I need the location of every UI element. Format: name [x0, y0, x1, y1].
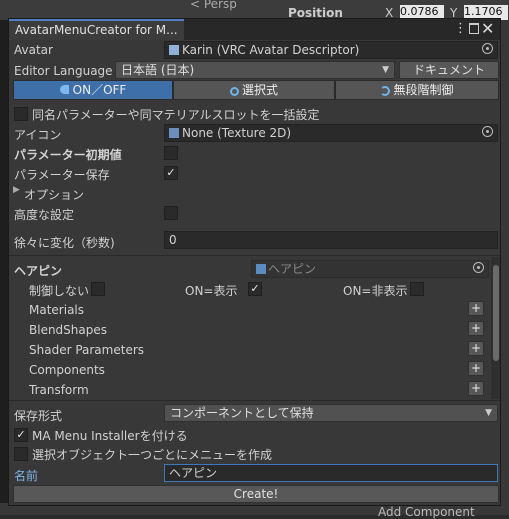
options-foldout[interactable]: オプション	[24, 186, 84, 203]
tab-radial[interactable]: 無段階制御	[335, 80, 499, 100]
window-tab[interactable]: AvatarMenuCreator for M...	[9, 19, 184, 40]
divider	[9, 400, 500, 401]
scene-view-edge	[0, 20, 8, 503]
icon-label: アイコン	[14, 128, 62, 142]
shader-parameters-label: Shader Parameters	[29, 343, 145, 357]
tab-select[interactable]: 選択式	[173, 80, 335, 100]
select-icon	[229, 87, 239, 96]
bulk-label: 同名パラメーターや同マテリアルスロットを一括設定	[32, 108, 320, 122]
save-format-dropdown[interactable]: コンポーネントとして保持 ▼	[164, 404, 498, 422]
tab-radial-label: 無段階制御	[393, 83, 454, 97]
create-button[interactable]: Create!	[13, 485, 499, 503]
tab-on-off[interactable]: ON／OFF	[13, 80, 173, 100]
editor-language-dropdown[interactable]: 日本語 (日本) ▼	[115, 61, 395, 79]
window-titlebar: AvatarMenuCreator for M... ⋮ ✕	[9, 19, 500, 40]
toggle-icon	[59, 85, 69, 94]
param-save-checkbox[interactable]: ✓	[164, 166, 178, 180]
document-button[interactable]: ドキュメント	[399, 61, 499, 79]
components-label: Components	[29, 363, 105, 377]
avatar-label: Avatar	[14, 43, 53, 57]
chevron-down-icon: ▼	[382, 65, 389, 75]
ma-installer-checkbox[interactable]: ✓	[14, 428, 28, 442]
inspector-edge	[500, 20, 509, 515]
on-show-label: ON=表示	[185, 284, 238, 298]
scene-persp-label[interactable]: < Persp	[190, 0, 237, 11]
bulk-checkbox[interactable]	[14, 107, 28, 121]
transform-label: Transform	[29, 383, 89, 397]
add-shader-parameters-button[interactable]: +	[468, 341, 484, 356]
maximize-icon[interactable]	[469, 23, 479, 34]
window-menu-icon[interactable]: ⋮	[454, 21, 467, 36]
radial-icon	[380, 86, 391, 96]
name-field[interactable]: ヘアピン	[164, 464, 498, 482]
avatar-descriptor-icon	[169, 45, 179, 55]
advanced-label: 高度な設定	[14, 208, 75, 222]
param-initial-label: パラメーター初期値	[14, 148, 122, 162]
add-blendshapes-button[interactable]: +	[468, 321, 484, 336]
editor-language-label: Editor Language	[14, 64, 113, 78]
on-show-checkbox[interactable]: ✓	[248, 282, 262, 296]
no-control-label: 制御しない	[29, 284, 90, 298]
transition-field[interactable]: 0	[164, 231, 498, 249]
advanced-checkbox[interactable]	[164, 206, 178, 220]
name-label: 名前	[14, 469, 39, 483]
window-title: AvatarMenuCreator for M...	[15, 23, 178, 37]
icon-value: None (Texture 2D)	[182, 126, 292, 140]
avatar-menu-creator-window: AvatarMenuCreator for M... ⋮ ✕ Avatar Ka…	[8, 18, 501, 506]
add-components-button[interactable]: +	[468, 361, 484, 376]
close-icon[interactable]: ✕	[481, 19, 494, 38]
avatar-object-field[interactable]: Karin (VRC Avatar Descriptor)	[164, 41, 498, 59]
object-picker-icon[interactable]	[482, 126, 493, 137]
tab-on-off-label: ON／OFF	[72, 83, 127, 97]
foldout-arrow-icon[interactable]: ▶	[13, 185, 20, 195]
transition-label: 徐々に変化（秒数)	[14, 236, 115, 250]
divider	[9, 255, 500, 256]
on-hide-checkbox[interactable]	[410, 282, 424, 296]
texture-icon	[169, 128, 179, 138]
save-format-value: コンポーネントとして保持	[170, 406, 314, 420]
param-initial-checkbox[interactable]	[164, 146, 178, 160]
tab-select-label: 選択式	[241, 83, 278, 97]
add-transform-button[interactable]: +	[468, 381, 484, 396]
ma-installer-label: MA Menu Installerを付ける	[32, 429, 188, 443]
gameobject-icon	[256, 264, 266, 274]
object-field-value: ヘアピン	[268, 262, 317, 276]
on-hide-label: ON=非表示	[343, 284, 408, 298]
icon-object-field[interactable]: None (Texture 2D)	[164, 124, 498, 142]
materials-label: Materials	[29, 303, 85, 317]
object-name-label: ヘアピン	[14, 264, 63, 278]
blendshapes-label: BlendShapes	[29, 323, 107, 337]
object-picker-icon	[473, 262, 484, 273]
no-control-checkbox[interactable]	[91, 282, 105, 296]
per-object-checkbox[interactable]	[14, 447, 28, 461]
editor-language-value: 日本語 (日本)	[121, 63, 195, 77]
add-materials-button[interactable]: +	[468, 301, 484, 316]
add-component-button[interactable]: Add Component	[378, 505, 475, 519]
per-object-label: 選択オブジェクト一つごとにメニューを作成	[32, 448, 273, 462]
scrollbar-thumb[interactable]	[493, 265, 499, 361]
chevron-down-icon: ▼	[485, 408, 492, 418]
param-save-label: パラメーター保存	[14, 168, 110, 182]
object-picker-icon[interactable]	[482, 43, 493, 54]
object-field: ヘアピン	[251, 260, 489, 278]
save-format-label: 保存形式	[14, 409, 63, 423]
avatar-value: Karin (VRC Avatar Descriptor)	[182, 43, 360, 57]
